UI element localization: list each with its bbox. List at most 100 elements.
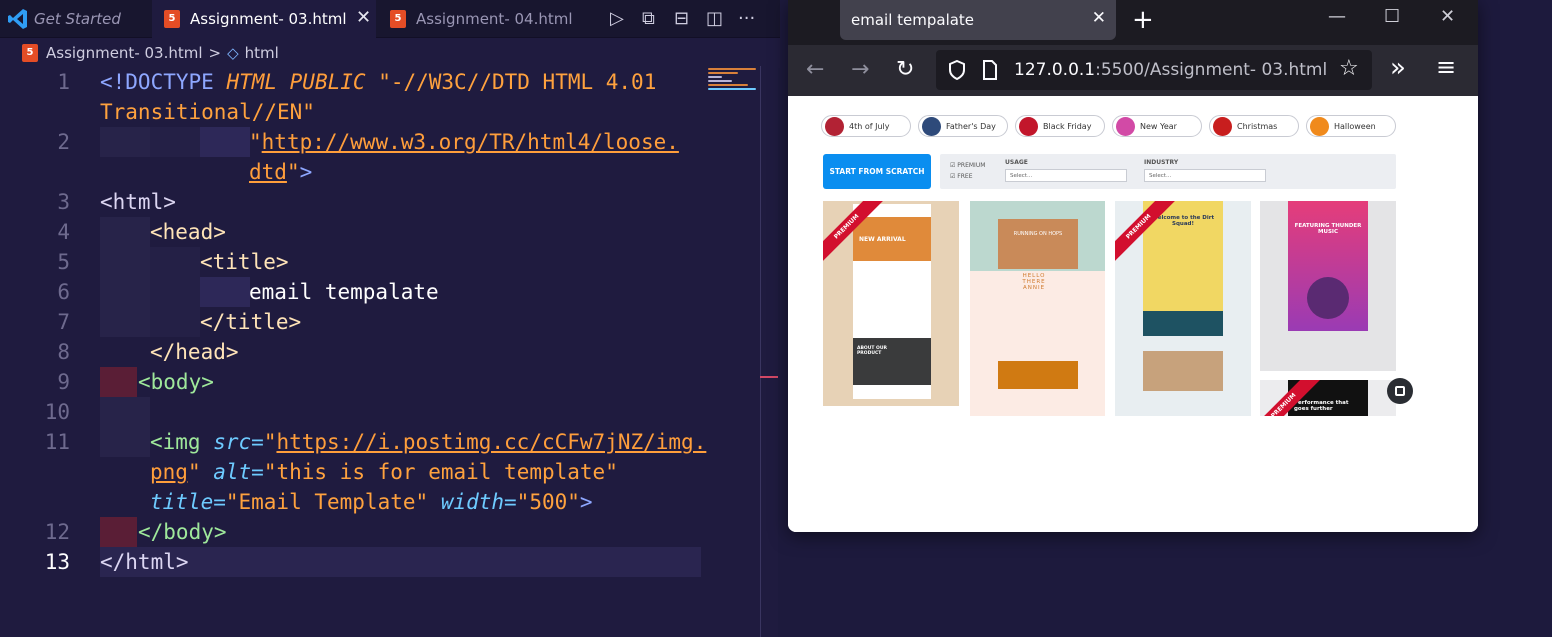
line-number: 12 [44,520,70,544]
code-line: <body> [138,370,214,394]
line-number: 8 [57,340,70,364]
template-card[interactable]: Welcome to the Dirt Squad! PREMIUM [1115,201,1251,416]
category-pill[interactable]: New Year [1112,115,1202,137]
code-line: "http://www.w3.org/TR/html4/loose. [249,130,679,154]
maximize-button[interactable]: ☐ [1384,6,1400,27]
close-window-button[interactable]: ✕ [1440,6,1455,27]
editor-tab-bar: Get Started 5 Assignment- 03.html ✕ 5 As… [0,0,780,38]
category-pill[interactable]: Father's Day [918,115,1008,137]
line-number: 3 [57,190,70,214]
shield-icon[interactable] [948,60,966,80]
code-line: </html> [100,550,189,574]
new-tab-button[interactable]: + [1132,5,1154,35]
toggle-layout-icon[interactable]: ⊟ [674,8,689,29]
cube-icon: ◇ [227,44,239,62]
code-line: <img src="https://i.postimg.cc/cCFw7jNZ/… [150,430,707,454]
line-number: 6 [57,280,70,304]
tab-label: Assignment- 04.html [416,10,573,28]
tab-assignment-04[interactable]: 5 Assignment- 04.html [378,0,600,38]
usage-label: USAGE [1005,159,1028,166]
card-title: RUNNING ON HOPS [1013,231,1063,237]
industry-select[interactable]: Select... [1144,169,1266,182]
premium-checkbox[interactable]: ☑ PREMIUM [950,162,985,169]
indent-guide [200,127,250,157]
template-card[interactable]: RUNNING ON HOPS HELLO THERE ANNIE [970,201,1105,416]
category-pill[interactable]: Christmas [1209,115,1299,137]
line-number: 7 [57,310,70,334]
flag-icon [825,117,844,136]
code-line: title="Email Template" width="500"> [150,490,593,514]
browser-window: email tempalate ✕ + — ☐ ✕ ← → ↻ 127.0.0.… [788,0,1478,532]
category-pill[interactable]: Black Friday [1015,115,1105,137]
pumpkin-icon [1310,117,1329,136]
usage-select[interactable]: Select... [1005,169,1127,182]
category-pill[interactable]: Halloween [1306,115,1396,137]
breadcrumb-file[interactable]: Assignment- 03.html [46,44,203,62]
fireworks-icon [1116,117,1135,136]
forward-button[interactable]: → [851,57,869,82]
line-number: 4 [57,220,70,244]
close-tab-icon[interactable]: ✕ [1092,8,1106,28]
browser-titlebar: email tempalate ✕ + — ☐ ✕ [788,0,1478,45]
tab-get-started[interactable]: Get Started [0,0,150,38]
code-line: <title> [200,250,289,274]
code-line: </body> [138,520,227,544]
breadcrumb-element[interactable]: html [245,44,279,62]
back-button[interactable]: ← [806,57,824,82]
indent-guide [100,397,150,457]
minimap[interactable] [708,66,760,106]
indent-guide [150,127,200,157]
code-line: email tempalate [249,280,439,304]
browser-navbar: ← → ↻ 127.0.0.1:5500/Assignment- 03.html… [788,45,1478,96]
template-card[interactable]: NEW ARRIVAL ABOUT OUR PRODUCT PREMIUM [823,201,959,406]
line-number: 11 [44,430,70,454]
overflow-menu-icon[interactable]: » [1390,53,1406,83]
card-subtitle: HELLO THERE ANNIE [1022,273,1046,291]
run-icon[interactable]: ▷ [610,8,624,29]
indent-guide [150,247,200,337]
code-editor[interactable]: 1 2 3 4 5 6 7 8 9 10 11 12 13 <!DOCTYPE … [0,66,778,637]
indent-guide [100,127,150,157]
page-viewport: 4th of July Father's Day Black Friday Ne… [788,96,1478,532]
line-number: 10 [44,400,70,424]
error-highlight [100,367,137,397]
vertical-scrollbar[interactable] [760,66,778,637]
browser-tab[interactable]: email tempalate ✕ [840,0,1116,40]
indent-guide [100,217,150,337]
line-number: 9 [57,370,70,394]
card-title: NEW ARRIVAL [859,236,906,243]
page-icon [983,60,997,80]
category-pill[interactable]: 4th of July [821,115,911,137]
open-preview-icon[interactable]: ⧉ [642,8,655,29]
template-card[interactable]: Performance that goes further PREMIUM [1260,380,1396,416]
free-checkbox[interactable]: ☑ FREE [950,173,973,180]
code-line: </title> [200,310,302,334]
more-actions-icon[interactable]: ··· [738,8,755,29]
bookmark-star-icon[interactable]: ☆ [1339,56,1359,81]
close-tab-icon[interactable]: ✕ [356,7,371,28]
address-bar[interactable]: 127.0.0.1:5500/Assignment- 03.html ☆ [936,50,1372,90]
line-number: 13 [44,550,70,574]
html5-icon: 5 [22,44,38,62]
code-line: dtd"> [249,160,313,184]
template-card[interactable]: FEATURING THUNDER MUSIC [1260,201,1396,371]
industry-label: INDUSTRY [1144,159,1179,166]
line-number: 5 [57,250,70,274]
father-icon [922,117,941,136]
chat-icon[interactable] [1387,378,1413,404]
split-editor-icon[interactable]: ◫ [706,8,723,29]
html5-icon: 5 [164,10,180,28]
line-number: 1 [57,70,70,94]
hamburger-menu-icon[interactable]: ≡ [1436,53,1456,81]
reload-button[interactable]: ↻ [896,57,914,82]
tab-assignment-03[interactable]: 5 Assignment- 03.html ✕ [152,0,376,38]
santa-icon [1213,117,1232,136]
browser-tab-title: email tempalate [851,11,975,29]
start-from-scratch-button[interactable]: START FROM SCRATCH [823,154,931,189]
filter-bar: ☑ PREMIUM ☑ FREE USAGE Select... INDUSTR… [940,154,1396,189]
code-line: <head> [150,220,226,244]
tab-label: Assignment- 03.html [190,10,347,28]
minimize-button[interactable]: — [1328,6,1346,27]
black-friday-icon [1019,117,1038,136]
breadcrumb: 5 Assignment- 03.html > ◇ html [0,38,780,68]
